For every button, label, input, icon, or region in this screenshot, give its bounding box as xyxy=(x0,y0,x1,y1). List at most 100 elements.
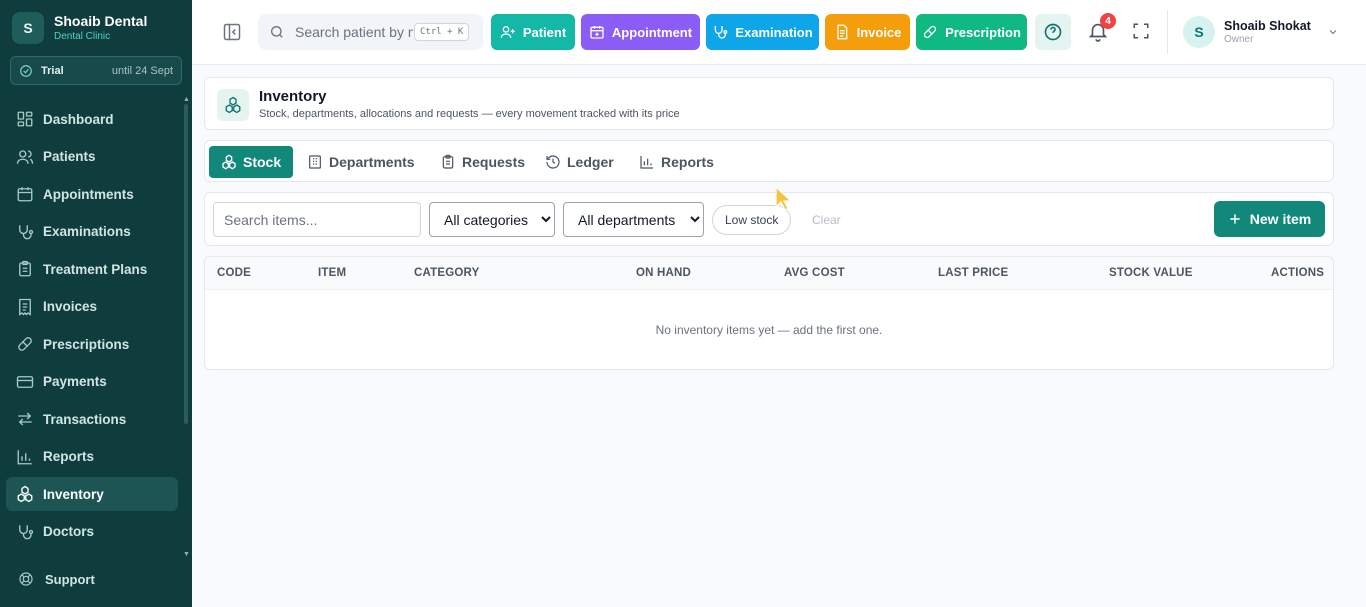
sidebar-item-doctors[interactable]: Doctors xyxy=(6,515,178,549)
trial-badge[interactable]: Trial until 24 Sept xyxy=(10,56,182,85)
notification-badge: 4 xyxy=(1100,13,1116,29)
sidebar-item-examinations[interactable]: Examinations xyxy=(6,215,178,249)
sidebar-item-label: Transactions xyxy=(43,411,127,427)
sidebar-item-inventory[interactable]: Inventory xyxy=(6,477,178,511)
new-invoice-button[interactable]: Invoice xyxy=(825,14,910,50)
boxes-icon xyxy=(225,96,241,114)
fullscreen-icon[interactable] xyxy=(1132,22,1150,40)
bar-chart-icon xyxy=(640,156,653,169)
boxes-icon xyxy=(17,485,33,503)
column-header-category[interactable]: CATEGORY xyxy=(414,267,480,279)
tab-label: Reports xyxy=(661,154,714,170)
sidebar-item-label: Treatment Plans xyxy=(43,261,148,277)
new-patient-button[interactable]: Patient xyxy=(491,14,575,50)
inventory-table: CODE ITEM CATEGORY ON HAND AVG COST LAST… xyxy=(204,256,1334,370)
new-invoice-label: Invoice xyxy=(856,24,902,40)
tab-requests[interactable]: Requests xyxy=(428,146,537,178)
new-examination-button[interactable]: Examination xyxy=(706,14,819,50)
sidebar-item-dashboard[interactable]: Dashboard xyxy=(6,102,178,136)
patient-search[interactable]: Ctrl + K xyxy=(258,14,483,50)
column-header-item[interactable]: ITEM xyxy=(318,267,346,279)
column-header-stock-value[interactable]: STOCK VALUE xyxy=(1109,267,1193,279)
tab-reports[interactable]: Reports xyxy=(627,146,726,178)
empty-state-message: No inventory items yet — add the first o… xyxy=(655,323,883,337)
help-button[interactable] xyxy=(1035,14,1071,50)
support-label: Support xyxy=(45,571,95,587)
sidebar-nav: Dashboard Patients Appointments Examinat… xyxy=(6,102,178,552)
sidebar-item-prescriptions[interactable]: Prescriptions xyxy=(6,327,178,361)
new-appointment-button[interactable]: Appointment xyxy=(581,14,700,50)
sidebar: S Shoaib Dental Dental Clinic Trial unti… xyxy=(0,0,192,607)
scroll-down-arrow[interactable]: ▼ xyxy=(183,551,190,558)
brand-logo: S xyxy=(12,12,44,44)
divider xyxy=(1167,10,1168,54)
table-header: CODE ITEM CATEGORY ON HAND AVG COST LAST… xyxy=(205,257,1333,290)
category-select[interactable]: All categories xyxy=(429,202,555,237)
page-icon xyxy=(217,89,249,121)
stethoscope-icon xyxy=(19,524,34,539)
sidebar-item-reports[interactable]: Reports xyxy=(6,440,178,474)
user-menu[interactable]: S Shoaib Shokat Owner xyxy=(1183,16,1339,48)
tab-departments[interactable]: Departments xyxy=(295,146,427,178)
tab-label: Requests xyxy=(462,154,526,170)
new-item-button[interactable]: New item xyxy=(1214,201,1325,237)
sidebar-item-label: Prescriptions xyxy=(43,336,130,352)
sidebar-item-label: Dashboard xyxy=(43,111,114,127)
column-header-avg-cost[interactable]: AVG COST xyxy=(784,267,845,279)
building-icon xyxy=(309,155,321,169)
sidebar-item-label: Payments xyxy=(43,374,107,389)
support-link[interactable]: Support xyxy=(6,564,178,594)
sidebar-item-treatment-plans[interactable]: Treatment Plans xyxy=(6,252,178,286)
receipt-icon xyxy=(19,298,31,316)
tab-stock[interactable]: Stock xyxy=(209,146,294,178)
mouse-cursor-icon xyxy=(775,186,793,211)
column-header-on-hand[interactable]: ON HAND xyxy=(636,267,691,279)
patient-search-input[interactable] xyxy=(295,24,413,40)
user-plus-icon xyxy=(500,26,515,39)
search-icon xyxy=(271,26,283,38)
tab-ledger[interactable]: Ledger xyxy=(533,146,626,178)
trial-label: Trial xyxy=(41,64,64,77)
sidebar-item-appointments[interactable]: Appointments xyxy=(6,177,178,211)
column-header-last-price[interactable]: LAST PRICE xyxy=(938,267,1008,279)
search-shortcut: Ctrl + K xyxy=(414,23,470,41)
check-circle-icon xyxy=(20,64,32,77)
sidebar-item-invoices[interactable]: Invoices xyxy=(6,290,178,324)
sidebar-toggle-icon[interactable] xyxy=(222,22,242,42)
sidebar-item-label: Examinations xyxy=(43,224,131,239)
column-header-code[interactable]: CODE xyxy=(217,267,251,279)
tab-bar: Stock Departments Requests Ledger Report… xyxy=(204,140,1334,182)
scroll-up-arrow[interactable]: ▲ xyxy=(183,96,190,103)
department-select[interactable]: All departments xyxy=(563,202,704,237)
new-item-label: New item xyxy=(1249,211,1312,227)
pill-icon xyxy=(923,25,937,39)
clear-filters-button[interactable]: Clear xyxy=(812,213,841,227)
tab-label: Ledger xyxy=(567,154,614,170)
page-title: Inventory xyxy=(259,88,327,105)
users-icon xyxy=(16,149,34,164)
brand[interactable]: S Shoaib Dental Dental Clinic xyxy=(12,12,147,44)
sidebar-scrollbar[interactable] xyxy=(184,104,188,424)
topbar: Ctrl + K Patient Appointment Examination… xyxy=(192,0,1366,65)
column-header-actions: ACTIONS xyxy=(1271,267,1325,279)
dashboard-icon xyxy=(17,111,33,127)
history-icon xyxy=(546,155,560,169)
sidebar-item-label: Patients xyxy=(43,149,96,164)
calendar-plus-icon xyxy=(590,26,604,39)
boxes-icon xyxy=(222,154,236,170)
new-prescription-button[interactable]: Prescription xyxy=(916,14,1027,50)
user-name: Shoaib Shokat xyxy=(1224,18,1311,33)
calendar-icon xyxy=(17,187,33,202)
item-search-input[interactable] xyxy=(213,202,421,237)
stethoscope-icon xyxy=(19,224,34,239)
plus-icon xyxy=(1230,214,1240,224)
credit-card-icon xyxy=(16,375,34,388)
stethoscope-icon xyxy=(715,26,728,39)
sidebar-item-payments[interactable]: Payments xyxy=(6,365,178,399)
lifebuoy-icon xyxy=(19,572,33,586)
sidebar-item-patients[interactable]: Patients xyxy=(6,140,178,174)
sidebar-item-label: Inventory xyxy=(43,486,104,502)
sidebar-item-transactions[interactable]: Transactions xyxy=(6,402,178,436)
new-appointment-label: Appointment xyxy=(611,24,693,40)
bar-chart-icon xyxy=(17,449,32,464)
